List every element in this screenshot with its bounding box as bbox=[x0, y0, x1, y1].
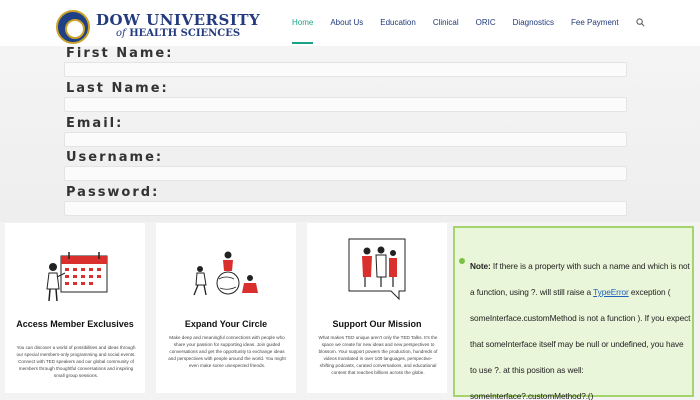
card-title: Expand Your Circle bbox=[184, 319, 268, 329]
people-globe-illustration bbox=[193, 251, 258, 296]
password-field[interactable] bbox=[64, 201, 627, 216]
card-access-member-exclusives: Access Member Exclusives You can discove… bbox=[5, 223, 145, 393]
nav-item-clinical[interactable]: Clinical bbox=[433, 18, 459, 46]
bullet-icon bbox=[459, 258, 465, 264]
note-part2: exception ( someInterface.customMethod i… bbox=[470, 287, 691, 400]
logo-subtitle: of HEALTH SCIENCES bbox=[116, 28, 241, 39]
card-support-our-mission: Support Our Mission What makes TED uniqu… bbox=[307, 223, 447, 393]
nav-item-oric[interactable]: ORIC bbox=[476, 18, 496, 46]
card-expand-your-circle: Expand Your Circle Make deep and meaning… bbox=[156, 223, 296, 393]
card-description: What makes TED unique aren't only the TE… bbox=[318, 335, 438, 375]
card-title: Access Member Exclusives bbox=[16, 319, 134, 329]
nav-item-diagnostics[interactable]: Diagnostics bbox=[513, 18, 554, 46]
logo-title: DOW UNIVERSITY bbox=[96, 11, 261, 29]
first-name-field[interactable] bbox=[64, 62, 627, 77]
nav-item-about-us[interactable]: About Us bbox=[330, 18, 363, 46]
email-label: Email: bbox=[66, 116, 124, 131]
speech-bubble-people-illustration bbox=[348, 238, 406, 301]
nav-item-education[interactable]: Education bbox=[380, 18, 416, 46]
search-icon[interactable] bbox=[636, 18, 645, 27]
university-seal-icon bbox=[56, 10, 90, 44]
username-label: Username: bbox=[66, 150, 164, 165]
password-label: Password: bbox=[66, 185, 160, 200]
nav-item-home[interactable]: Home bbox=[292, 18, 314, 46]
note-text: Note: If there is a property with such a… bbox=[470, 253, 692, 400]
site-header: DOW UNIVERSITY of HEALTH SCIENCES Home A… bbox=[0, 0, 700, 46]
nav-item-fee-payment[interactable]: Fee Payment bbox=[571, 18, 619, 46]
card-description: You can discover a world of possibilitie… bbox=[16, 345, 136, 378]
main-nav: Home About Us Education Clinical ORIC Di… bbox=[292, 18, 636, 46]
university-logo[interactable]: DOW UNIVERSITY of HEALTH SCIENCES bbox=[56, 10, 260, 44]
last-name-label: Last Name: bbox=[66, 81, 169, 96]
card-description: Make deep and meaningful connections wit… bbox=[168, 335, 286, 368]
code-note-box: Note: If there is a property with such a… bbox=[453, 226, 694, 400]
calendar-person-illustration bbox=[46, 252, 108, 302]
typeerror-link[interactable]: TypeError bbox=[593, 287, 629, 297]
email-field[interactable] bbox=[64, 132, 627, 147]
first-name-label: First Name: bbox=[66, 46, 174, 61]
card-title: Support Our Mission bbox=[332, 319, 422, 329]
note-label: Note: bbox=[470, 261, 491, 271]
username-field[interactable] bbox=[64, 166, 627, 181]
last-name-field[interactable] bbox=[64, 97, 627, 112]
